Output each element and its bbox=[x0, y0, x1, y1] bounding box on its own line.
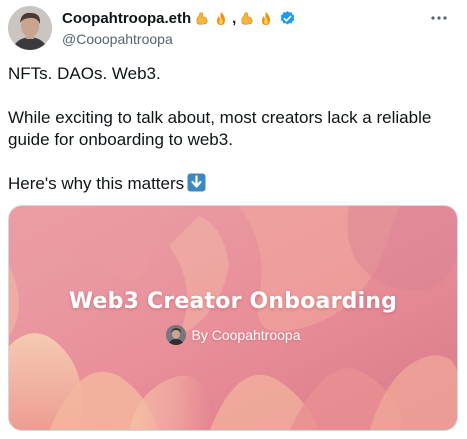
down-arrow-emoji bbox=[187, 173, 206, 192]
flexed-biceps-emoji bbox=[194, 11, 210, 27]
author-names: Coopahtroopa.eth , @Cooopahtroopa bbox=[62, 9, 296, 47]
fire-emoji bbox=[258, 11, 274, 27]
author-handle[interactable]: @Cooopahtroopa bbox=[62, 31, 296, 47]
verified-badge-icon bbox=[279, 10, 296, 27]
byline-avatar bbox=[165, 325, 186, 345]
name-comma: , bbox=[232, 10, 237, 27]
display-name-row: Coopahtroopa.eth , bbox=[62, 9, 296, 28]
card-byline: By Coopahtroopa bbox=[9, 325, 457, 345]
link-card[interactable]: Web3 Creator Onboarding By Coopahtroopa bbox=[8, 205, 458, 431]
tweet: Coopahtroopa.eth , @Cooopahtroopa NFTs. … bbox=[0, 0, 467, 439]
tweet-header: Coopahtroopa.eth , @Cooopahtroopa bbox=[8, 6, 459, 50]
display-name[interactable]: Coopahtroopa.eth bbox=[62, 10, 191, 27]
more-options-icon[interactable] bbox=[429, 8, 449, 28]
byline-text: By Coopahtroopa bbox=[191, 327, 301, 343]
tweet-text: NFTs. DAOs. Web3. While exciting to talk… bbox=[8, 63, 448, 195]
card-title: Web3 Creator Onboarding bbox=[68, 289, 398, 314]
card-background-image bbox=[9, 206, 457, 430]
tweet-line-3: Here's why this matters bbox=[8, 173, 448, 195]
avatar[interactable] bbox=[8, 6, 52, 50]
flexed-biceps-emoji bbox=[239, 11, 255, 27]
tweet-line-1: NFTs. DAOs. Web3. bbox=[8, 64, 161, 83]
fire-emoji bbox=[213, 11, 229, 27]
tweet-line-3-text: Here's why this matters bbox=[8, 174, 185, 193]
tweet-line-2: While exciting to talk about, most creat… bbox=[8, 108, 432, 149]
